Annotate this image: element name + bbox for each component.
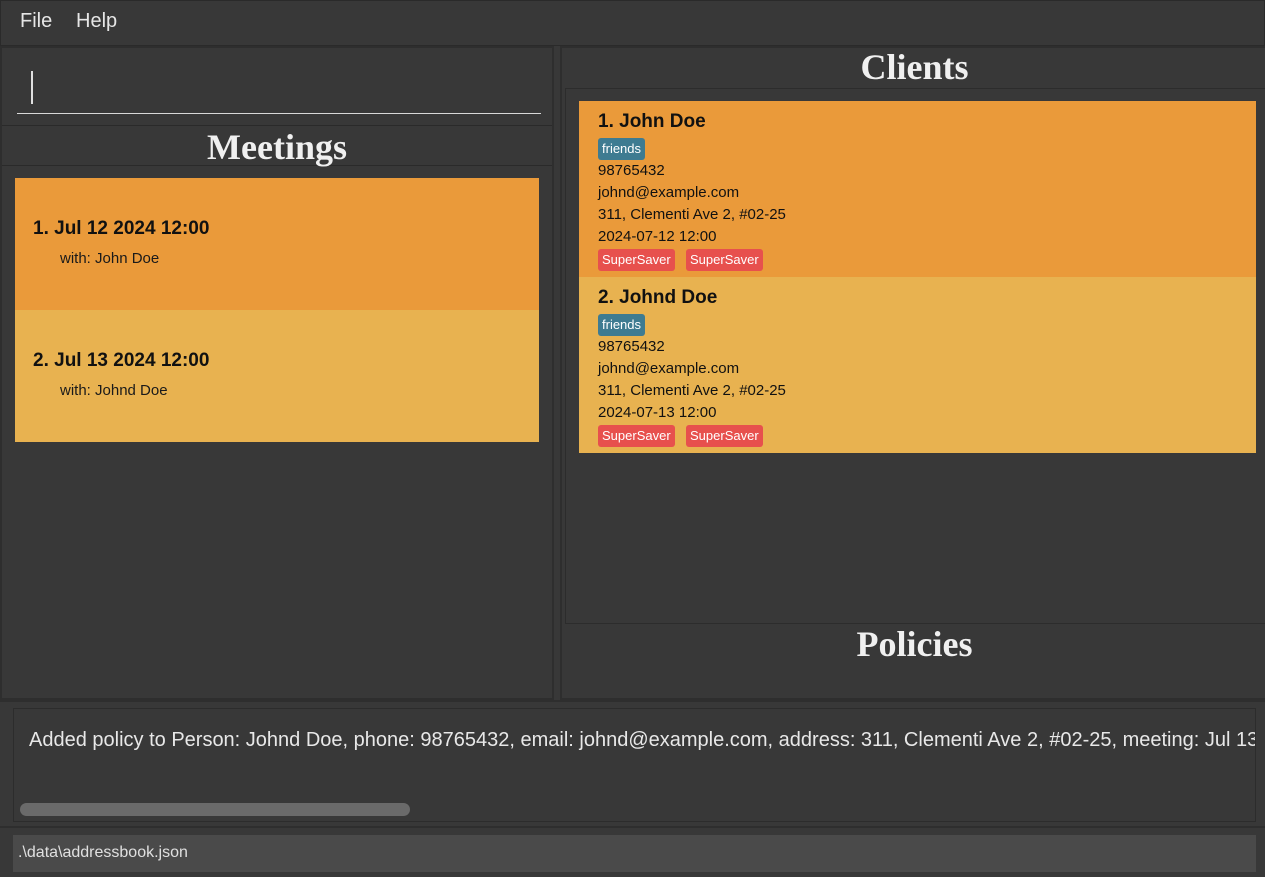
client-tag: friends [598,314,646,336]
clients-header: Clients [860,47,969,87]
client-meeting: 2024-07-13 12:00 [598,404,717,421]
menu-help[interactable]: Help [76,10,117,33]
meetings-header: Meetings [2,128,552,166]
meeting-with: with: John Doe [60,250,160,267]
client-email: johnd@example.com [598,360,740,377]
status-bar-inner: .\data\addressbook.json [13,835,1256,872]
policy-tag: SuperSaver [686,249,763,271]
left-panel: Meetings 1. Jul 12 2024 12:00 with: John… [0,46,554,700]
client-name: 2. Johnd Doe [598,287,718,308]
client-address: 311, Clementi Ave 2, #02-25 [598,382,786,399]
meeting-with: with: Johnd Doe [60,382,168,399]
result-text: Added policy to Person: Johnd Doe, phone… [29,729,1256,751]
menu-bar: File Help [0,0,1265,46]
meeting-card[interactable]: 1. Jul 12 2024 12:00 with: John Doe [15,178,539,310]
text-caret [31,71,33,104]
policy-tag: SuperSaver [598,425,675,447]
right-panel: Clients 1. John Doe friends 98765432 joh… [560,46,1265,700]
data-file-path: .\data\addressbook.json [18,844,188,861]
client-meeting: 2024-07-12 12:00 [598,228,717,245]
status-bar: .\data\addressbook.json [0,826,1265,877]
client-name: 1. John Doe [598,111,706,132]
client-card[interactable]: 1. John Doe friends 98765432 johnd@examp… [579,101,1256,277]
client-list[interactable]: 1. John Doe friends 98765432 johnd@examp… [565,88,1265,624]
meeting-title: 1. Jul 12 2024 12:00 [33,218,210,239]
meeting-card[interactable]: 2. Jul 13 2024 12:00 with: Johnd Doe [15,310,539,442]
result-display[interactable]: Added policy to Person: Johnd Doe, phone… [13,708,1256,822]
policies-header: Policies [856,624,973,664]
meeting-list[interactable]: 1. Jul 12 2024 12:00 with: John Doe 2. J… [15,178,541,442]
client-tag: friends [598,138,646,160]
client-phone: 98765432 [598,162,665,179]
client-card[interactable]: 2. Johnd Doe friends 98765432 johnd@exam… [579,277,1256,453]
menu-file[interactable]: File [20,10,52,33]
client-email: johnd@example.com [598,184,740,201]
meeting-title: 2. Jul 13 2024 12:00 [33,350,210,371]
command-input[interactable] [17,70,541,114]
command-box [2,48,552,126]
client-address: 311, Clementi Ave 2, #02-25 [598,206,786,223]
policy-tag: SuperSaver [686,425,763,447]
horizontal-scrollbar[interactable] [14,801,1255,821]
client-phone: 98765432 [598,338,665,355]
result-panel: Added policy to Person: Johnd Doe, phone… [0,700,1265,826]
scrollbar-thumb[interactable] [20,803,410,816]
policy-tag: SuperSaver [598,249,675,271]
